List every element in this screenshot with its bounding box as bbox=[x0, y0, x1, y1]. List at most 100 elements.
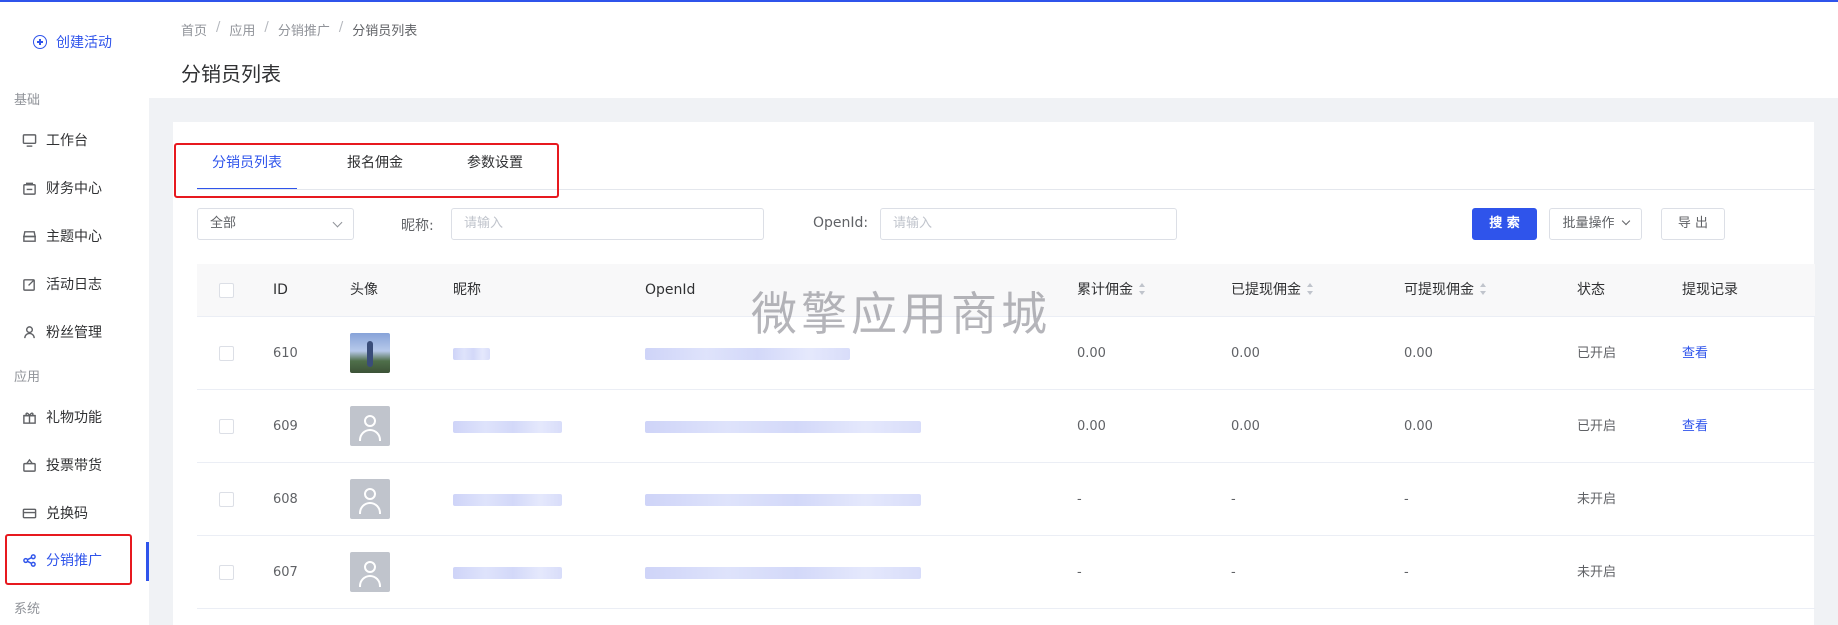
page-title: 分销员列表 bbox=[181, 62, 281, 86]
sidebar: 创建活动 基础 工作台 财务中心 主题中心 活动日志 粉丝管理 应用 礼物功能 … bbox=[0, 2, 149, 625]
user-icon bbox=[364, 415, 376, 427]
sidebar-item-fans[interactable]: 粉丝管理 bbox=[22, 321, 102, 343]
cell-id: 610 bbox=[273, 346, 298, 361]
cell-id: 608 bbox=[273, 492, 298, 507]
sidebar-item-gift[interactable]: 礼物功能 bbox=[22, 406, 102, 428]
select-all-checkbox[interactable] bbox=[219, 283, 234, 298]
column-total-commission[interactable]: 累计佣金 bbox=[1077, 264, 1146, 317]
nickname-redacted bbox=[453, 421, 562, 433]
column-avatar: 头像 bbox=[350, 282, 378, 298]
user-icon bbox=[24, 325, 35, 338]
export-button[interactable]: 导 出 bbox=[1661, 208, 1725, 240]
cell-status: 未开启 bbox=[1577, 492, 1617, 507]
chevron-down-icon bbox=[1621, 216, 1630, 226]
sidebar-item-vote[interactable]: 投票带货 bbox=[22, 454, 102, 476]
table-row: 609 0.00 0.00 0.00 已开启 查看 bbox=[197, 390, 1815, 463]
sidebar-item-redeem-code[interactable]: 兑换码 bbox=[22, 502, 88, 524]
status-select-value: 全部 bbox=[210, 216, 237, 231]
chevron-down-icon bbox=[332, 217, 343, 228]
breadcrumb-separator: / bbox=[264, 20, 269, 35]
table-row: 608 - - - 未开启 bbox=[197, 463, 1815, 536]
column-id: ID bbox=[273, 282, 288, 298]
column-withdraw-record: 提现记录 bbox=[1682, 282, 1738, 298]
row-checkbox[interactable] bbox=[219, 346, 234, 361]
search-button[interactable]: 搜 索 bbox=[1472, 208, 1537, 240]
breadcrumb-current: 分销员列表 bbox=[352, 24, 418, 39]
cell-withdrawn-commission: 0.00 bbox=[1231, 346, 1260, 361]
view-record-link[interactable]: 查看 bbox=[1682, 317, 1708, 390]
avatar bbox=[350, 479, 390, 519]
nickname-input[interactable]: 请输入 bbox=[451, 208, 764, 240]
sort-icon[interactable] bbox=[1480, 283, 1487, 295]
user-icon bbox=[364, 488, 376, 500]
gift-icon bbox=[23, 411, 36, 424]
create-activity-label: 创建活动 bbox=[56, 35, 112, 51]
view-record-link[interactable]: 查看 bbox=[1682, 390, 1708, 463]
avatar bbox=[350, 552, 390, 592]
column-available-commission[interactable]: 可提现佣金 bbox=[1404, 264, 1487, 317]
monitor-icon bbox=[22, 133, 37, 147]
avatar bbox=[350, 333, 390, 373]
cell-total-commission: 0.00 bbox=[1077, 346, 1106, 361]
sidebar-group-system: 系统 bbox=[14, 602, 41, 617]
openid-redacted bbox=[645, 421, 921, 433]
cell-id: 607 bbox=[273, 565, 298, 580]
sidebar-item-activity-log[interactable]: 活动日志 bbox=[22, 273, 102, 295]
cell-status: 未开启 bbox=[1577, 565, 1617, 580]
row-checkbox[interactable] bbox=[219, 565, 234, 580]
sidebar-group-basic: 基础 bbox=[14, 93, 41, 108]
breadcrumb: 首页 / 应用 / 分销推广 / 分销员列表 bbox=[181, 20, 426, 39]
cell-available-commission: 0.00 bbox=[1404, 419, 1433, 434]
sort-icon[interactable] bbox=[1307, 283, 1314, 295]
cell-available-commission: - bbox=[1404, 492, 1409, 507]
content-card: 分销员列表 报名佣金 参数设置 全部 昵称: 请输入 OpenId: 请输入 搜… bbox=[173, 122, 1815, 625]
cell-available-commission: 0.00 bbox=[1404, 346, 1433, 361]
openid-input[interactable]: 请输入 bbox=[880, 208, 1177, 240]
table-row: 607 - - - 未开启 bbox=[197, 536, 1815, 609]
openid-redacted bbox=[645, 567, 921, 579]
edit-icon bbox=[23, 278, 35, 291]
card-icon bbox=[22, 508, 37, 518]
batch-operation-button[interactable]: 批量操作 bbox=[1549, 208, 1642, 240]
sidebar-item-theme[interactable]: 主题中心 bbox=[22, 225, 102, 247]
create-activity-button[interactable]: 创建活动 bbox=[33, 32, 112, 52]
vote-icon bbox=[23, 458, 36, 472]
nickname-redacted bbox=[453, 494, 562, 506]
plus-circle-icon bbox=[33, 35, 47, 49]
page-header: 首页 / 应用 / 分销推广 / 分销员列表 分销员列表 bbox=[149, 2, 1838, 98]
breadcrumb-home[interactable]: 首页 bbox=[181, 20, 207, 39]
tab-highlight-box bbox=[174, 143, 559, 198]
nickname-redacted bbox=[453, 348, 490, 360]
highlight-box bbox=[5, 534, 132, 585]
active-indicator bbox=[146, 542, 149, 581]
column-status: 状态 bbox=[1577, 282, 1605, 298]
column-withdrawn-commission[interactable]: 已提现佣金 bbox=[1231, 264, 1314, 317]
watermark: 微擎应用商城 bbox=[751, 287, 1051, 341]
theme-icon bbox=[23, 230, 36, 242]
cell-status: 已开启 bbox=[1577, 346, 1617, 361]
sort-icon[interactable] bbox=[1139, 283, 1146, 295]
breadcrumb-separator: / bbox=[216, 20, 221, 35]
sidebar-item-finance[interactable]: 财务中心 bbox=[22, 177, 102, 199]
row-checkbox[interactable] bbox=[219, 492, 234, 507]
breadcrumb-distribution[interactable]: 分销推广 bbox=[278, 20, 330, 39]
avatar bbox=[350, 406, 390, 446]
nickname-redacted bbox=[453, 567, 562, 579]
cell-withdrawn-commission: - bbox=[1231, 565, 1236, 580]
cell-total-commission: 0.00 bbox=[1077, 419, 1106, 434]
openid-redacted bbox=[645, 348, 850, 360]
breadcrumb-apps[interactable]: 应用 bbox=[229, 20, 255, 39]
openid-redacted bbox=[645, 494, 921, 506]
column-openid: OpenId bbox=[645, 282, 696, 298]
nickname-label: 昵称: bbox=[401, 218, 434, 234]
cell-id: 609 bbox=[273, 419, 298, 434]
sidebar-item-workbench[interactable]: 工作台 bbox=[22, 129, 88, 151]
status-select[interactable]: 全部 bbox=[197, 208, 354, 240]
sidebar-group-apps: 应用 bbox=[14, 370, 41, 385]
user-icon bbox=[364, 561, 376, 573]
breadcrumb-separator: / bbox=[338, 20, 344, 35]
cell-available-commission: - bbox=[1404, 565, 1409, 580]
row-checkbox[interactable] bbox=[219, 419, 234, 434]
cell-total-commission: - bbox=[1077, 565, 1082, 580]
cell-total-commission: - bbox=[1077, 492, 1082, 507]
